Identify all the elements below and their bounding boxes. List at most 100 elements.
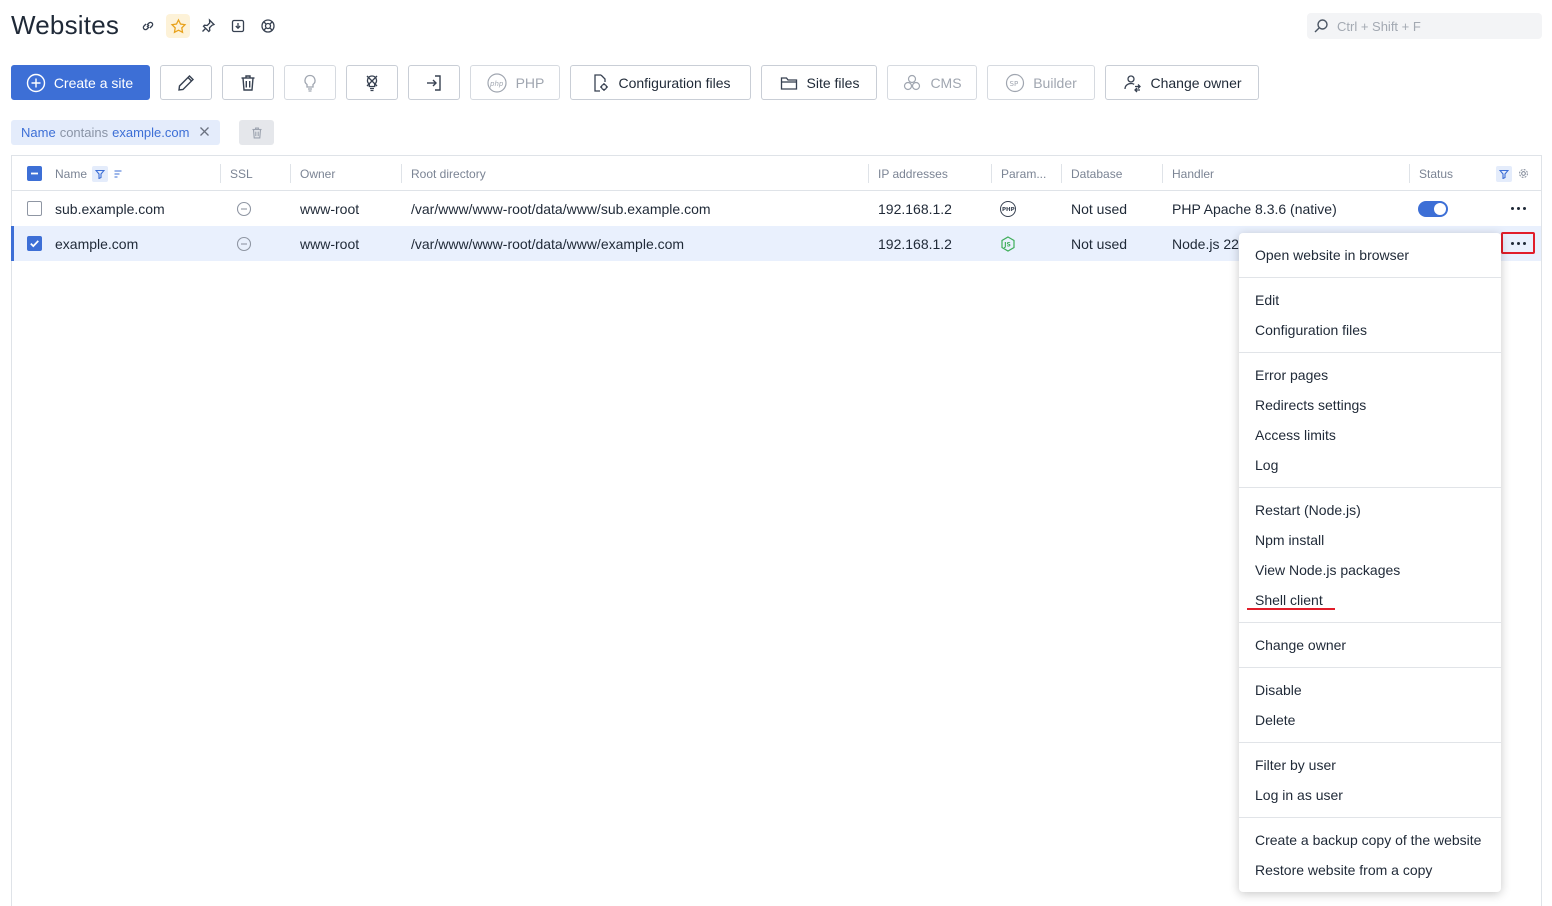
lightbulb-icon xyxy=(304,74,316,92)
pin-icon[interactable] xyxy=(196,14,220,38)
filter-icon[interactable] xyxy=(1496,165,1512,182)
lightbulb-off-icon xyxy=(366,74,378,91)
menu-item-log-in-as-user[interactable]: Log in as user xyxy=(1255,780,1343,810)
more-actions-button[interactable] xyxy=(1501,197,1535,219)
menu-divider xyxy=(1239,742,1501,743)
menu-item-error-pages[interactable]: Error pages xyxy=(1255,360,1328,390)
column-ip-addresses[interactable]: IP addresses xyxy=(868,156,991,191)
menu-divider xyxy=(1239,817,1501,818)
menu-item-access-limits[interactable]: Access limits xyxy=(1255,420,1336,450)
enable-button[interactable] xyxy=(284,65,336,100)
close-icon[interactable] xyxy=(199,124,210,141)
nodejs-icon: JS xyxy=(1001,235,1015,252)
download-icon[interactable] xyxy=(226,14,250,38)
column-ssl[interactable]: SSL xyxy=(220,156,290,191)
table-header: Name SSL Owner Root directory IP address… xyxy=(12,156,1541,191)
menu-item-redirects-settings[interactable]: Redirects settings xyxy=(1255,390,1366,420)
menu-item-edit[interactable]: Edit xyxy=(1255,285,1279,315)
column-owner[interactable]: Owner xyxy=(290,156,401,191)
root-directory: /var/www/www-root/data/www/example.com xyxy=(411,235,685,252)
owner: www-root xyxy=(300,235,360,252)
builder-button[interactable]: SP Builder xyxy=(987,65,1095,100)
handler: PHP Apache 8.3.6 (native) xyxy=(1172,200,1337,217)
login-button[interactable] xyxy=(408,65,460,100)
change-owner-button[interactable]: Change owner xyxy=(1105,65,1259,100)
trash-icon xyxy=(241,74,255,91)
column-status[interactable]: Status xyxy=(1409,156,1489,191)
cms-icon xyxy=(904,74,921,90)
user-swap-icon xyxy=(1124,74,1142,92)
menu-item-change-owner[interactable]: Change owner xyxy=(1255,630,1346,660)
svg-text:SP: SP xyxy=(1010,80,1019,88)
star-icon[interactable] xyxy=(166,14,190,38)
filter-value: example.com xyxy=(112,125,190,140)
menu-item-delete[interactable]: Delete xyxy=(1255,705,1295,735)
delete-button[interactable] xyxy=(222,65,274,100)
sort-icon[interactable] xyxy=(110,166,126,182)
builder-icon: SP xyxy=(1006,73,1025,92)
menu-item-log[interactable]: Log xyxy=(1255,450,1278,480)
svg-text:PHP: PHP xyxy=(1002,207,1015,213)
row-context-menu: Open website in browser Edit Configurati… xyxy=(1239,233,1501,892)
php-icon: PHP xyxy=(1000,200,1016,217)
php-button[interactable]: php PHP xyxy=(470,65,560,100)
menu-item-restart-nodejs[interactable]: Restart (Node.js) xyxy=(1255,495,1361,525)
ip-address: 192.168.1.2 xyxy=(878,200,952,217)
ssl-status-cell xyxy=(220,226,252,261)
toolbar: Create a site php PHP Configuration file… xyxy=(11,65,1259,100)
column-parameters[interactable]: Param... xyxy=(991,156,1061,191)
column-settings xyxy=(1492,156,1542,191)
parameters-cell: JS xyxy=(991,226,1017,261)
menu-item-filter-by-user[interactable]: Filter by user xyxy=(1255,750,1336,780)
menu-item-restore-from-copy[interactable]: Restore website from a copy xyxy=(1255,855,1432,885)
search-input[interactable] xyxy=(1337,18,1537,34)
configuration-files-button[interactable]: Configuration files xyxy=(570,65,751,100)
cms-button[interactable]: CMS xyxy=(887,65,977,100)
status-cell xyxy=(1409,191,1448,226)
menu-item-open-in-browser[interactable]: Open website in browser xyxy=(1255,240,1409,270)
filter-operator: contains xyxy=(59,125,109,140)
database: Not used xyxy=(1071,235,1128,252)
title-actions xyxy=(136,14,280,38)
folder-icon xyxy=(780,76,797,90)
disable-button[interactable] xyxy=(346,65,398,100)
filter-chip[interactable]: Name contains example.com xyxy=(11,120,221,145)
menu-item-create-backup[interactable]: Create a backup copy of the website xyxy=(1255,825,1481,855)
status-toggle[interactable] xyxy=(1418,200,1448,217)
site-files-button[interactable]: Site files xyxy=(761,65,877,100)
menu-item-shell-client[interactable]: Shell client xyxy=(1255,585,1323,615)
clear-filters-button[interactable] xyxy=(239,120,274,145)
owner: www-root xyxy=(300,200,360,217)
database: Not used xyxy=(1071,200,1128,217)
help-icon[interactable] xyxy=(256,14,280,38)
menu-item-npm-install[interactable]: Npm install xyxy=(1255,525,1324,555)
filter-field: Name xyxy=(21,125,56,140)
php-icon: php xyxy=(486,72,507,93)
table-row[interactable]: sub.example.com www-root /var/www/www-ro… xyxy=(12,191,1541,226)
link-icon[interactable] xyxy=(136,14,160,38)
column-root-directory[interactable]: Root directory xyxy=(401,156,868,191)
site-name[interactable]: example.com xyxy=(45,226,138,261)
filter-icon[interactable] xyxy=(92,165,109,182)
menu-divider xyxy=(1239,277,1501,278)
global-search[interactable] xyxy=(1307,13,1542,39)
column-handler[interactable]: Handler xyxy=(1162,156,1409,191)
column-name[interactable]: Name xyxy=(45,156,220,191)
ssl-status-cell xyxy=(220,191,252,226)
select-all-checkbox[interactable] xyxy=(27,166,42,181)
row-checkbox[interactable] xyxy=(27,236,42,251)
plus-circle-icon xyxy=(26,73,46,92)
create-site-button[interactable]: Create a site xyxy=(11,65,150,100)
more-actions-button[interactable] xyxy=(1501,232,1535,254)
column-database[interactable]: Database xyxy=(1061,156,1162,191)
menu-item-disable[interactable]: Disable xyxy=(1255,675,1302,705)
menu-item-configuration-files[interactable]: Configuration files xyxy=(1255,315,1367,345)
row-checkbox[interactable] xyxy=(27,201,42,216)
root-directory: /var/www/www-root/data/www/sub.example.c… xyxy=(411,200,711,217)
site-name[interactable]: sub.example.com xyxy=(45,191,165,226)
edit-button[interactable] xyxy=(160,65,212,100)
file-gear-icon xyxy=(594,73,609,92)
handler: Node.js 22 xyxy=(1172,235,1239,252)
menu-item-view-nodejs-packages[interactable]: View Node.js packages xyxy=(1255,555,1400,585)
gear-icon[interactable] xyxy=(1516,167,1530,181)
